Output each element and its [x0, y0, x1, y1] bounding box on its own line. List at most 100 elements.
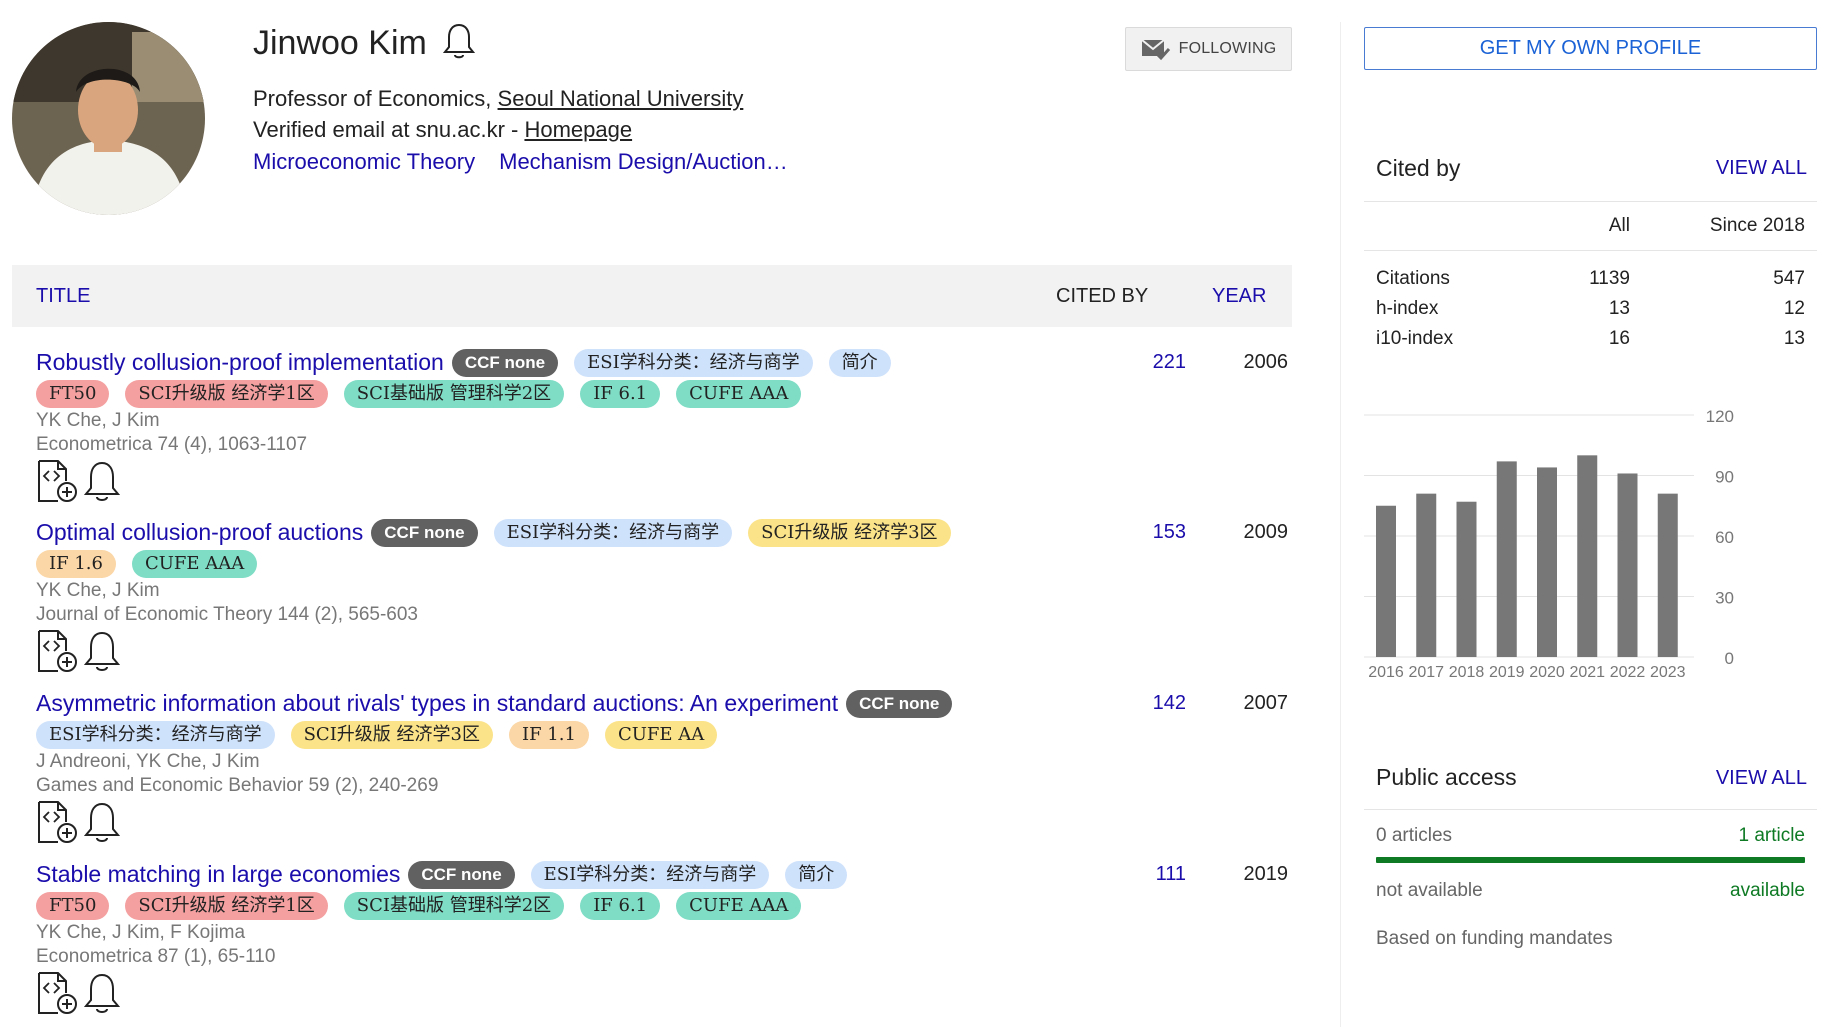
available-count: 1 article — [1738, 825, 1805, 846]
following-button[interactable]: FOLLOWING — [1125, 27, 1292, 71]
article-authors: YK Che, J Kim — [36, 580, 160, 601]
envelope-check-icon — [1140, 39, 1170, 61]
y-tick-label: 30 — [1715, 589, 1734, 608]
article-title-link[interactable]: Stable matching in large economies — [36, 861, 400, 888]
profile-affiliation: Professor of Economics, Seoul National U… — [253, 83, 743, 145]
x-tick-label: 2020 — [1529, 664, 1565, 681]
article-authors: YK Che, J Kim, F Kojima — [36, 922, 246, 943]
esi-tag: ESI学科分类：经济与商学 — [493, 518, 733, 547]
divider — [1364, 250, 1817, 251]
impact-factor-tag: IF 6.1 — [580, 379, 661, 408]
ccf-tag: CCF none — [371, 518, 478, 547]
esi-tag: ESI学科分类：经济与商学 — [530, 860, 770, 889]
article-venue: Journal of Economic Theory 144 (2), 565-… — [36, 604, 418, 625]
following-label: FOLLOWING — [1178, 40, 1277, 57]
table-row: Optimal collusion-proof auctions CCF non… — [36, 517, 1292, 675]
chart-bar[interactable] — [1657, 493, 1678, 657]
not-available-label: not available — [1376, 880, 1483, 901]
articles-table-header: TITLE CITED BY YEAR — [12, 265, 1292, 327]
add-to-library-icon[interactable] — [36, 629, 80, 678]
citations-per-year-chart: 0 30 60 90 120 2016 2017 2018 2019 2020 2021 2022 20… — [1364, 407, 1734, 681]
stat-label[interactable]: i10-index — [1376, 328, 1453, 350]
cufe-tag: CUFE AAA — [676, 891, 802, 920]
available-label: available — [1730, 880, 1805, 901]
x-tick-label: 2023 — [1650, 664, 1686, 681]
stat-all: 13 — [1608, 298, 1630, 319]
add-to-library-icon[interactable] — [36, 971, 80, 1020]
col-all-header: All — [1608, 215, 1630, 236]
sort-by-title[interactable]: TITLE — [36, 285, 90, 308]
ccf-tag: CCF none — [846, 689, 953, 718]
sort-by-year[interactable]: YEAR — [1212, 285, 1266, 308]
x-tick-label: 2016 — [1368, 664, 1404, 681]
chart-bar[interactable] — [1456, 501, 1477, 657]
get-own-profile-button[interactable]: GET MY OWN PROFILE — [1364, 27, 1817, 70]
ft50-tag: FT50 — [36, 891, 110, 920]
chart-bar[interactable] — [1577, 455, 1598, 657]
public-access-heading: Public access — [1376, 764, 1517, 790]
chart-bar[interactable] — [1617, 473, 1638, 657]
university-link[interactable]: Seoul National University — [498, 86, 744, 111]
chart-bar[interactable] — [1537, 467, 1557, 657]
stat-all: 16 — [1608, 328, 1630, 349]
homepage-link[interactable]: Homepage — [524, 117, 632, 142]
email-text: Verified email at snu.ac.kr - — [253, 117, 525, 142]
add-to-library-icon[interactable] — [36, 459, 80, 508]
bell-icon[interactable] — [83, 971, 121, 1020]
table-row: Robustly collusion-proof implementation … — [36, 347, 1292, 505]
funding-mandates-note: Based on funding mandates — [1376, 928, 1613, 949]
sci-basic-tag: SCI基础版 管理科学2区 — [343, 379, 565, 408]
sci-upgrade-tag: SCI升级版 经济学3区 — [290, 720, 493, 749]
profile-name: Jinwoo Kim — [253, 24, 427, 62]
impact-factor-tag: IF 1.1 — [508, 720, 589, 749]
impact-factor-tag: IF 1.6 — [36, 549, 116, 578]
y-tick-label: 120 — [1706, 407, 1734, 426]
chart-bar[interactable] — [1496, 461, 1517, 657]
cited-by-link[interactable]: 221 — [1116, 351, 1186, 374]
not-available-count: 0 articles — [1376, 825, 1453, 846]
article-title-link[interactable]: Asymmetric information about rivals' typ… — [36, 690, 838, 717]
public-access-view-all-link[interactable]: VIEW ALL — [1716, 767, 1807, 790]
chart-bar[interactable] — [1416, 493, 1437, 657]
article-venue: Econometrica 74 (4), 1063-1107 — [36, 434, 308, 455]
article-venue: Econometrica 87 (1), 65-110 — [36, 946, 276, 967]
col-since-header: Since 2018 — [1709, 215, 1805, 236]
article-year: 2019 — [1243, 863, 1289, 885]
ccf-tag: CCF none — [451, 348, 559, 377]
bell-icon[interactable] — [83, 629, 121, 678]
chart-bar[interactable] — [1376, 505, 1396, 657]
article-year: 2006 — [1243, 351, 1289, 373]
cited-by-link[interactable]: 142 — [1116, 692, 1186, 715]
article-title-link[interactable]: Optimal collusion-proof auctions — [36, 519, 363, 546]
table-row: Asymmetric information about rivals' typ… — [36, 688, 1292, 846]
interest-link[interactable]: Mechanism Design/Auction… — [499, 149, 788, 175]
y-tick-label: 60 — [1715, 528, 1734, 547]
ccf-tag: CCF none — [408, 860, 515, 889]
article-title-link[interactable]: Robustly collusion-proof implementation — [36, 349, 444, 376]
cufe-tag: CUFE AA — [604, 720, 718, 749]
public-access-bar — [1376, 857, 1805, 863]
sort-by-cited[interactable]: CITED BY — [1056, 285, 1148, 308]
cited-by-heading: Cited by — [1376, 155, 1461, 181]
article-authors: YK Che, J Kim — [36, 410, 160, 431]
stat-label[interactable]: Citations — [1376, 268, 1450, 290]
summary-tag[interactable]: 简介 — [785, 860, 848, 889]
x-tick-label: 2017 — [1408, 664, 1444, 681]
interest-link[interactable]: Microeconomic Theory — [253, 149, 475, 175]
table-row: Stable matching in large economies CCF n… — [36, 859, 1292, 1017]
bell-icon[interactable] — [442, 22, 475, 65]
summary-tag[interactable]: 简介 — [828, 348, 891, 377]
cufe-tag: CUFE AAA — [131, 549, 258, 578]
bell-icon[interactable] — [83, 800, 121, 849]
sci-upgrade-tag: SCI升级版 经济学3区 — [748, 518, 951, 547]
cited-by-link[interactable]: 111 — [1116, 863, 1186, 886]
sci-basic-tag: SCI基础版 管理科学2区 — [343, 891, 565, 920]
bell-icon[interactable] — [83, 459, 121, 508]
esi-tag: ESI学科分类：经济与商学 — [574, 348, 813, 377]
column-divider — [1340, 22, 1341, 1027]
cited-by-view-all-link[interactable]: VIEW ALL — [1716, 157, 1807, 180]
x-tick-label: 2018 — [1449, 664, 1485, 681]
add-to-library-icon[interactable] — [36, 800, 80, 849]
cited-by-link[interactable]: 153 — [1116, 521, 1186, 544]
stat-label[interactable]: h-index — [1376, 298, 1438, 320]
